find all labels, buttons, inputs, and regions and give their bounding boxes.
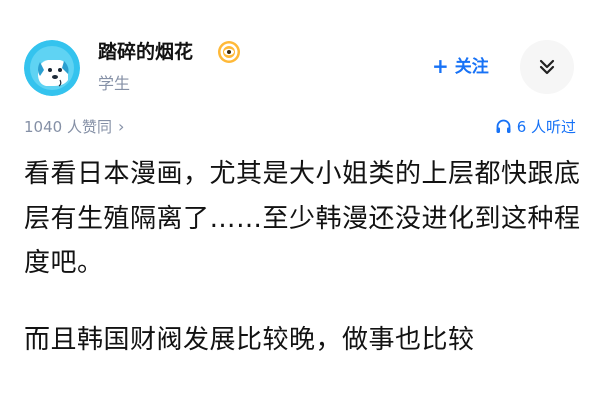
more-button[interactable]: [520, 40, 574, 94]
eye-badge-icon[interactable]: [217, 40, 241, 64]
chevron-double-down-icon: [539, 59, 555, 75]
author-name[interactable]: 踏碎的烟花: [98, 40, 193, 64]
headphones-icon: [496, 119, 511, 133]
listen-link[interactable]: 6 人听过: [495, 116, 576, 138]
answer-meta-row: 1040 人赞同 › 6 人听过: [24, 116, 576, 138]
listen-count: 6 人听过: [516, 118, 576, 136]
answer-paragraph: 看看日本漫画，尤其是大小姐类的上层都快跟底层有生殖隔离了……至少韩漫还没进化到这…: [24, 159, 581, 278]
follow-label: 关注: [454, 57, 489, 77]
follow-button[interactable]: + 关注: [432, 52, 489, 80]
answer-page: 踏碎的烟花 学生 + 关注 1040 人赞同 › 6 人听过 看看日本漫画，尤其是大…: [0, 0, 600, 400]
likes-count-link[interactable]: 1040 人赞同 ›: [24, 116, 124, 138]
author-avatar[interactable]: [24, 40, 80, 96]
answer-content: 看看日本漫画，尤其是大小姐类的上层都快跟底层有生殖隔离了……至少韩漫还没进化到这…: [24, 152, 584, 394]
chevron-right-icon: ›: [117, 117, 125, 136]
plus-icon: +: [432, 54, 449, 78]
likes-count: 1040 人赞同: [24, 118, 112, 136]
answer-paragraph: 而且韩国财阀发展比较晚，做事也比较: [24, 324, 475, 355]
author-description: 学生: [98, 74, 131, 93]
dog-avatar-icon: [24, 40, 80, 96]
